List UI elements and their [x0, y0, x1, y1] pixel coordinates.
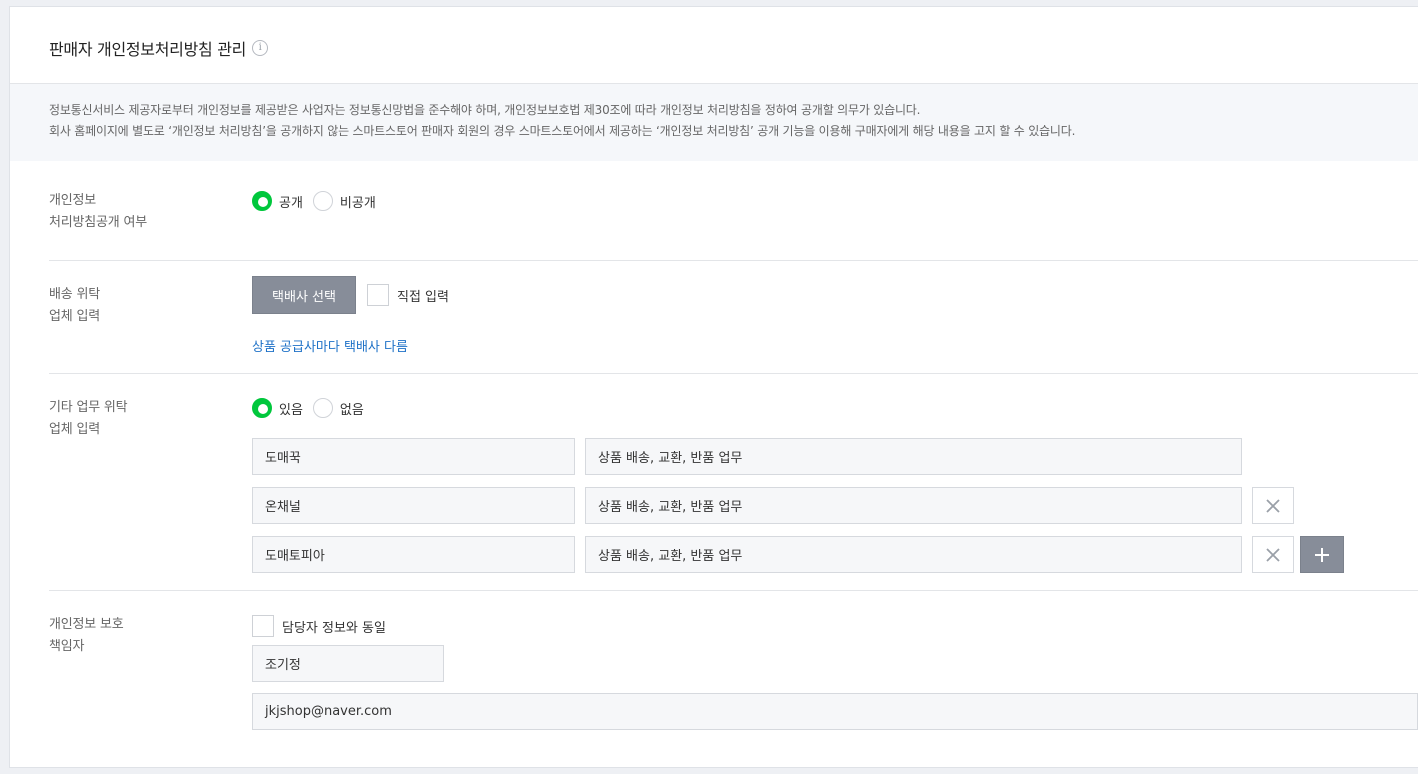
- outsourcing-radio-group: 있음 없음: [252, 398, 374, 418]
- radio-public[interactable]: 공개: [252, 191, 303, 211]
- officer-name-field[interactable]: 조기정: [252, 645, 444, 682]
- close-icon: [1266, 547, 1280, 562]
- radio-public-label: 공개: [279, 195, 303, 211]
- notice-box: 정보통신서비스 제공자로부터 개인정보를 제공받은 사업자는 정보통신망법을 준…: [10, 84, 1418, 161]
- privacy-officer-label-line2: 책임자: [49, 639, 85, 654]
- same-as-manager-check[interactable]: 담당자 정보와 동일: [252, 615, 386, 637]
- disclosure-label-line2: 처리방침공개 여부: [49, 215, 148, 230]
- company-field-2[interactable]: 온채널: [252, 487, 575, 524]
- page-title: 판매자 개인정보처리방침 관리 i: [49, 36, 269, 60]
- radio-private-indicator[interactable]: [312, 191, 333, 211]
- delivery-label-line2: 업체 입력: [49, 309, 100, 324]
- info-icon[interactable]: i: [252, 40, 269, 56]
- remove-row-button[interactable]: [1252, 487, 1294, 524]
- plus-icon: [1315, 547, 1329, 562]
- divider: [49, 373, 1418, 374]
- same-as-manager-label: 담당자 정보와 동일: [282, 620, 386, 636]
- divider: [49, 260, 1418, 261]
- task-field-1[interactable]: 상품 배송, 교환, 반품 업무: [585, 438, 1242, 475]
- delivery-label-line1: 배송 위탁: [49, 287, 100, 302]
- radio-no[interactable]: 없음: [312, 398, 364, 418]
- disclosure-label-line1: 개인정보: [49, 193, 97, 208]
- privacy-officer-label-line1: 개인정보 보호: [49, 617, 124, 632]
- other-outsourcing-label-line1: 기타 업무 위탁: [49, 400, 128, 415]
- task-field-2[interactable]: 상품 배송, 교환, 반품 업무: [585, 487, 1242, 524]
- delivery-label: 배송 위탁 업체 입력: [49, 284, 100, 328]
- close-icon: [1266, 498, 1280, 513]
- manual-input-checkbox[interactable]: [367, 284, 389, 306]
- radio-yes-indicator[interactable]: [252, 398, 272, 418]
- remove-row-button[interactable]: [1252, 536, 1294, 573]
- disclosure-label: 개인정보 처리방침공개 여부: [49, 190, 147, 234]
- company-field-1[interactable]: 도매꾹: [252, 438, 575, 475]
- radio-no-indicator[interactable]: [312, 398, 333, 418]
- notice-line-2: 회사 홈페이지에 별도로 ‘개인정보 처리방침’을 공개하지 않는 스마트스토어…: [49, 124, 1076, 138]
- radio-no-label: 없음: [339, 402, 364, 418]
- divider: [49, 590, 1418, 591]
- privacy-officer-label: 개인정보 보호 책임자: [49, 614, 124, 658]
- company-field-3[interactable]: 도매토피아: [252, 536, 575, 573]
- other-outsourcing-label: 기타 업무 위탁 업체 입력: [49, 397, 128, 441]
- notice-line-1: 정보통신서비스 제공자로부터 개인정보를 제공받은 사업자는 정보통신망법을 준…: [49, 103, 921, 117]
- other-outsourcing-label-line2: 업체 입력: [49, 422, 100, 437]
- same-as-manager-checkbox[interactable]: [252, 615, 274, 637]
- officer-email-field[interactable]: jkjshop@naver.com: [252, 693, 1418, 730]
- courier-varies-link[interactable]: 상품 공급사마다 택배사 다름: [252, 336, 408, 355]
- radio-yes-label: 있음: [279, 402, 303, 418]
- radio-yes[interactable]: 있음: [252, 398, 303, 418]
- add-row-button[interactable]: [1300, 536, 1344, 573]
- radio-public-indicator[interactable]: [252, 191, 272, 211]
- radio-private[interactable]: 비공개: [312, 191, 376, 211]
- radio-private-label: 비공개: [339, 195, 376, 211]
- page-title-text: 판매자 개인정보처리방침 관리: [49, 40, 247, 59]
- privacy-policy-panel: 판매자 개인정보처리방침 관리 i 정보통신서비스 제공자로부터 개인정보를 제…: [9, 6, 1418, 768]
- disclosure-radio-group: 공개 비공개: [252, 191, 386, 211]
- task-field-3[interactable]: 상품 배송, 교환, 반품 업무: [585, 536, 1242, 573]
- manual-input-label: 직접 입력: [397, 289, 449, 305]
- manual-input-check[interactable]: 직접 입력: [367, 284, 449, 306]
- select-courier-button[interactable]: 택배사 선택: [252, 276, 356, 314]
